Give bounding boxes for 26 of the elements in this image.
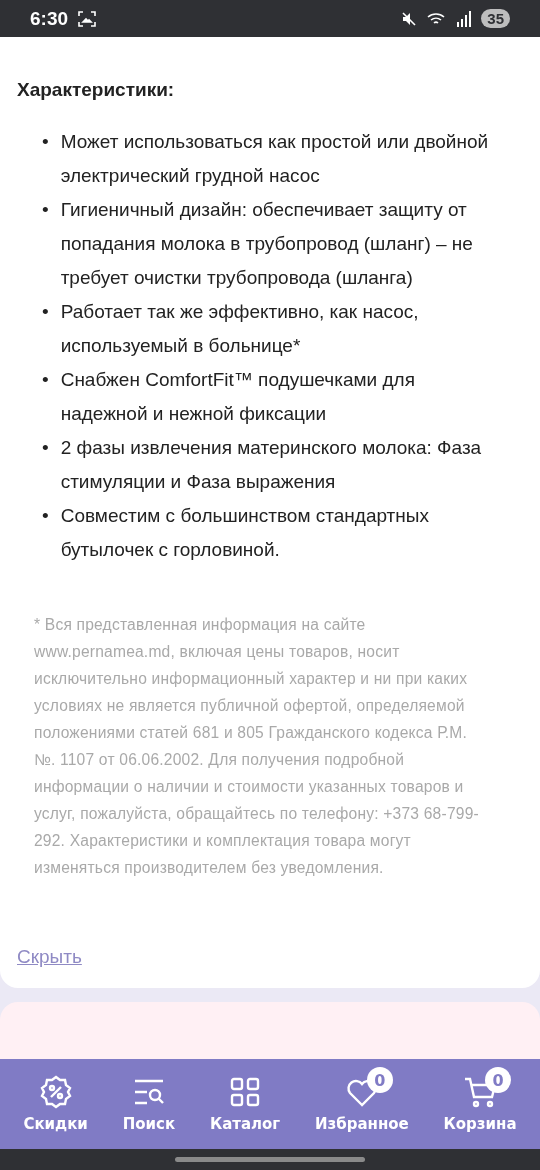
feature-item: Совместим с большинством стандартных бутылочек с горловиной. bbox=[60, 504, 430, 562]
disclaimer-text: * Вся представленная информация на сайте www.pernamea.md, включая цены товаров, носит исключительно информационный характер и ни при каких условиях не является публичной офертой, определяемой положениями статей 681 и 805 Гражданского кодекса Р.М. №. 1107 от 06.06.2002. Для получения подробной информации о наличии и стоимости указанных товаров и услуг, пожалуйста, обращайтесь по телефону: +373 68-799-292. Характеристики и комплектация товара могут изменяться производителем без уведомления. bbox=[34, 615, 480, 878]
screenshot-icon bbox=[78, 10, 97, 27]
bullet-marker: • bbox=[42, 504, 49, 528]
feature-item: Гигиеничный дизайн: обеспечивает защиту от попадания молока в трубопровод (шланг) – не требует очистки трубопровода (шланга) bbox=[60, 198, 474, 290]
battery-level: 35 bbox=[481, 9, 510, 28]
nav-item[interactable]: Каталог bbox=[207, 1071, 283, 1137]
hide-link[interactable]: Скрыть bbox=[17, 946, 82, 968]
count-badge: 0 bbox=[485, 1067, 512, 1093]
bullet-marker: • bbox=[42, 130, 49, 154]
nav-item[interactable]: Поиск bbox=[120, 1071, 178, 1137]
bullet-marker: • bbox=[42, 198, 49, 222]
section-heading: Характеристики: bbox=[17, 79, 176, 101]
feature-item: Снабжен ComfortFit™ подушечками для надежной и нежной фиксации bbox=[60, 368, 416, 426]
nav-item[interactable]: Скидки bbox=[21, 1071, 90, 1137]
count-badge: 0 bbox=[366, 1067, 393, 1093]
bullet-marker: • bbox=[42, 300, 49, 324]
feature-item: 2 фазы извлечения материнского молока: Фаза стимуляции и Фаза выражения bbox=[60, 436, 483, 494]
discount-icon bbox=[38, 1075, 73, 1109]
status-time: 6:30 bbox=[30, 7, 69, 30]
bullet-marker: • bbox=[42, 368, 49, 392]
signal-icon bbox=[457, 10, 472, 27]
feature-item: Работает так же эффективно, как насос, используемый в больнице* bbox=[60, 300, 420, 358]
bullet-marker: • bbox=[42, 436, 49, 460]
feature-item: Может использоваться как простой или двойной электрический грудной насос bbox=[60, 130, 490, 188]
mute-icon bbox=[401, 10, 418, 27]
